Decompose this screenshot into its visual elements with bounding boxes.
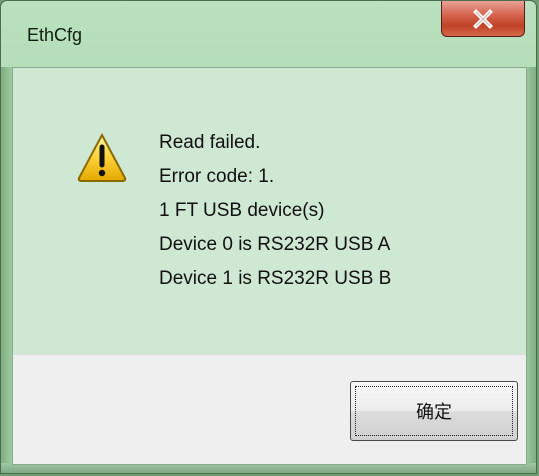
ok-button-label: 确定 [416, 402, 452, 423]
message-line-device-0: Device 0 is RS232R USB A [159, 234, 391, 255]
message-line-device-1: Device 1 is RS232R USB B [159, 268, 392, 289]
message-line-device-count: 1 FT USB device(s) [159, 200, 325, 221]
warning-icon [77, 132, 127, 182]
message-line-error-code: Error code: 1. [159, 166, 275, 187]
title-bar[interactable]: EthCfg [1, 1, 536, 67]
window-title: EthCfg [27, 25, 83, 45]
ok-button[interactable]: 确定 [350, 381, 518, 441]
dialog-client-area: Read failed. Error code: 1. 1 FT USB dev… [12, 67, 527, 465]
message-area: Read failed. Error code: 1. 1 FT USB dev… [13, 68, 526, 354]
dialog-window: EthCfg Read failed. Error code: 1. 1 FT … [0, 0, 537, 474]
close-icon [473, 8, 493, 29]
message-line-read-failed: Read failed. [159, 132, 261, 153]
dialog-button-area: 确定 [13, 354, 526, 464]
close-button[interactable] [441, 1, 525, 37]
left-window-frame [1, 67, 12, 473]
error-message: Read failed. Error code: 1. 1 FT USB dev… [159, 126, 391, 296]
